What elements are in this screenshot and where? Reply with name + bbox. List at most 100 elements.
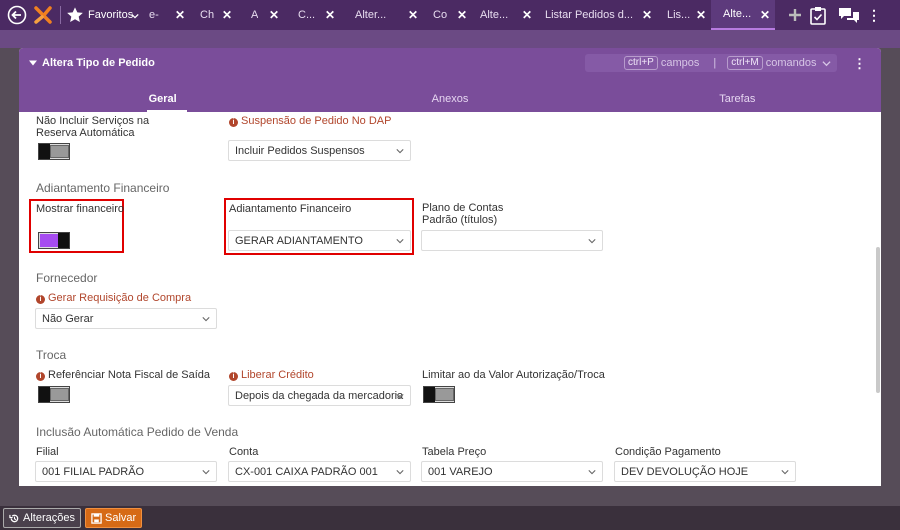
tab-4[interactable]: C... ✕: [284, 0, 340, 30]
fornecedor-section-title: Fornecedor: [36, 271, 98, 285]
tab-geral[interactable]: Geral: [19, 86, 306, 112]
tab-label: A: [251, 9, 259, 21]
chevron-down-icon: [131, 13, 139, 19]
more-vertical-icon[interactable]: ⋮: [865, 0, 883, 30]
filial-select[interactable]: 001 FILIAL PADRÃO: [35, 461, 217, 482]
top-bar: Favoritos e- ✕ Ch ✕ A ✕ C... ✕ Alter... ✕ Co ✕…: [0, 0, 900, 30]
suspensao-label-text: Suspensão de Pedido No DAP: [241, 115, 392, 127]
tab-label: Alter...: [355, 9, 387, 21]
tab-label: Alte...: [480, 9, 509, 21]
tab-8[interactable]: Listar Pedidos d... ✕: [537, 0, 657, 30]
suspensao-select[interactable]: Incluir Pedidos Suspensos: [228, 140, 411, 161]
nao-incluir-toggle[interactable]: [38, 143, 70, 160]
close-icon[interactable]: ✕: [222, 8, 232, 22]
tabela-value: 001 VAREJO: [428, 465, 493, 478]
conta-value: CX-001 CAIXA PADRÃO 001: [235, 465, 378, 478]
referenciar-label: i Referênciar Nota Fiscal de Saída: [36, 369, 210, 381]
inclusao-section-title: Inclusão Automática Pedido de Venda: [36, 425, 239, 439]
close-icon[interactable]: ✕: [325, 8, 335, 22]
tab-anexos[interactable]: Anexos: [306, 86, 593, 112]
info-icon[interactable]: i: [229, 372, 238, 381]
adiantamento-section-title: Adiantamento Financeiro: [36, 181, 170, 195]
info-icon[interactable]: i: [36, 372, 45, 381]
app-logo-icon[interactable]: [30, 0, 56, 30]
tab-7[interactable]: Alte... ✕: [472, 0, 537, 30]
tabela-label: Tabela Preço: [422, 446, 487, 458]
conta-label: Conta: [229, 446, 259, 458]
tab-9[interactable]: Lis... ✕: [657, 0, 711, 30]
tab-5[interactable]: Alter... ✕: [340, 0, 423, 30]
history-icon: [9, 514, 19, 522]
save-label: Salvar: [104, 512, 137, 524]
troca-section-title: Troca: [36, 348, 67, 362]
suspensao-label: i Suspensão de Pedido No DAP: [229, 115, 391, 127]
chevron-down-icon: [202, 317, 210, 322]
tab-tarefas[interactable]: Tarefas: [594, 86, 881, 112]
gerar-requisicao-value: Não Gerar: [42, 312, 94, 325]
gerar-requisicao-label-text: Gerar Requisição de Compra: [48, 292, 192, 304]
tab-label: Co: [433, 9, 448, 21]
tab-label: C...: [298, 9, 316, 21]
conta-select[interactable]: CX-001 CAIXA PADRÃO 001: [228, 461, 411, 482]
tab-tarefas-label: Tarefas: [719, 93, 756, 105]
tab-2[interactable]: Ch ✕: [190, 0, 237, 30]
info-icon[interactable]: i: [36, 295, 45, 304]
mostrar-financeiro-toggle[interactable]: [38, 232, 70, 249]
back-icon[interactable]: [4, 0, 30, 30]
tab-6[interactable]: Co ✕: [423, 0, 472, 30]
referenciar-toggle[interactable]: [38, 386, 70, 403]
add-tab-icon[interactable]: [785, 0, 805, 30]
tab-label: Ch: [200, 9, 215, 21]
adiantamento-select[interactable]: GERAR ADIANTAMENTO: [228, 230, 411, 251]
info-icon[interactable]: i: [229, 118, 238, 127]
close-icon[interactable]: ✕: [175, 8, 185, 22]
liberar-credito-label: i Liberar Crédito: [229, 369, 314, 381]
form-content: Não Incluir Serviços na Reserva Automáti…: [19, 112, 881, 486]
separator: |: [713, 57, 717, 69]
window-menu-icon[interactable]: ⋮: [853, 56, 866, 72]
plano-contas-select[interactable]: [421, 230, 603, 251]
shortcut-key-fields: ctrl+P: [624, 56, 658, 70]
nao-incluir-label: Não Incluir Serviços na Reserva Automáti…: [36, 115, 150, 139]
window-title-text: Altera Tipo de Pedido: [42, 57, 155, 69]
liberar-credito-select[interactable]: Depois da chegada da mercadoria: [228, 385, 411, 406]
collapse-triangle-icon[interactable]: [29, 59, 37, 67]
close-icon[interactable]: ✕: [696, 8, 706, 22]
condicao-select[interactable]: DEV DEVOLUÇÃO HOJE: [614, 461, 796, 482]
window-title[interactable]: Altera Tipo de Pedido: [29, 57, 155, 69]
alteracoes-button[interactable]: Alterações: [3, 508, 81, 528]
tab-label: Lis...: [667, 9, 691, 21]
fields-label: campos: [660, 57, 700, 69]
favorites-tab[interactable]: Favoritos: [85, 0, 145, 30]
tab-active[interactable]: Alte... ✕: [711, 0, 775, 30]
close-icon[interactable]: ✕: [408, 8, 418, 22]
scrollbar[interactable]: [876, 247, 880, 393]
limitar-label: Limitar ao da Valor Autorização/Troca: [422, 369, 605, 381]
close-icon[interactable]: ✕: [269, 8, 279, 22]
command-search-input[interactable]: ctrl+P campos | ctrl+M comandos: [585, 54, 837, 72]
save-icon: [91, 512, 102, 524]
condicao-label: Condição Pagamento: [615, 446, 721, 458]
liberar-credito-label-text: Liberar Crédito: [241, 369, 314, 381]
close-icon[interactable]: ✕: [760, 8, 770, 22]
condicao-value: DEV DEVOLUÇÃO HOJE: [621, 465, 749, 478]
tab-1[interactable]: e- ✕: [145, 0, 190, 30]
chat-icon[interactable]: [835, 0, 863, 30]
clipboard-check-icon[interactable]: [807, 0, 829, 30]
save-button[interactable]: Salvar: [84, 508, 143, 528]
close-icon[interactable]: ✕: [522, 8, 532, 22]
tab-label: Alte...: [723, 8, 752, 20]
favorites-star-icon[interactable]: [65, 0, 85, 30]
tabela-select[interactable]: 001 VAREJO: [421, 461, 603, 482]
window-tabs: Geral Anexos Tarefas: [19, 86, 881, 112]
close-icon[interactable]: ✕: [457, 8, 467, 22]
close-icon[interactable]: ✕: [642, 8, 652, 22]
header-strip: [0, 30, 900, 48]
mostrar-financeiro-label: Mostrar financeiro: [36, 203, 125, 215]
tab-3[interactable]: A ✕: [237, 0, 284, 30]
chevron-down-icon: [588, 239, 596, 244]
limitar-toggle[interactable]: [423, 386, 455, 403]
gerar-requisicao-select[interactable]: Não Gerar: [35, 308, 217, 329]
chevron-down-icon: [822, 61, 831, 67]
adiantamento-label: Adiantamento Financeiro: [229, 203, 352, 215]
